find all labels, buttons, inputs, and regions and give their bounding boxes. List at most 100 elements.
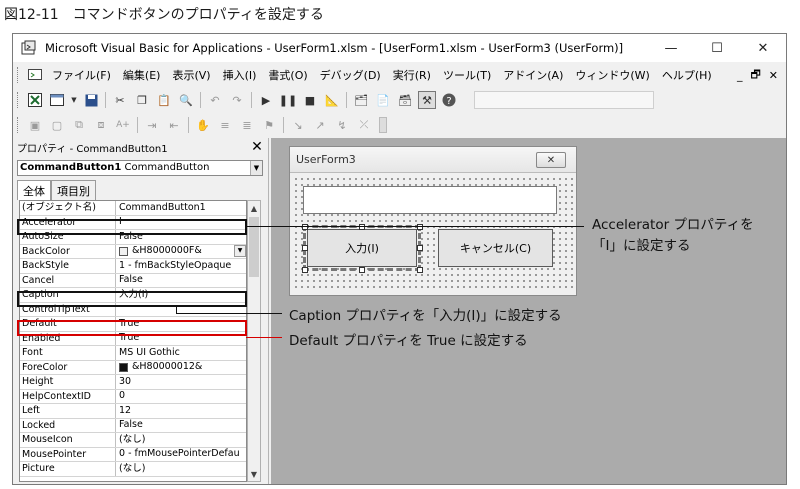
property-row[interactable]: (オブジェクト名) CommandButton1 [20, 201, 246, 216]
property-value[interactable]: I [116, 216, 246, 230]
toolbar-grip[interactable] [17, 67, 20, 83]
property-row[interactable]: BackStyle 1 - fmBackStyleOpaque [20, 259, 246, 274]
properties-window-icon[interactable]: 📄 [374, 91, 392, 109]
property-row[interactable]: MouseIcon (なし) [20, 433, 246, 448]
cut-icon[interactable]: ✂ [111, 91, 129, 109]
excel-icon[interactable] [26, 91, 44, 109]
group-icon[interactable]: ⧉ [70, 116, 88, 134]
close-button[interactable]: ✕ [740, 34, 786, 62]
child-minimize-button[interactable]: _ [737, 69, 743, 82]
toolbar-grip[interactable] [17, 117, 20, 133]
resize-handle[interactable] [359, 224, 365, 230]
indent-icon[interactable]: ⇥ [143, 116, 161, 134]
break-icon[interactable]: ❚❚ [279, 91, 297, 109]
property-row[interactable]: Locked False [20, 418, 246, 433]
resize-handle[interactable] [302, 245, 308, 251]
menu-help[interactable]: ヘルプ(H) [656, 67, 718, 83]
property-row[interactable]: BackColor &H8000000F& ▼ [20, 244, 246, 259]
help-icon[interactable]: ? [440, 91, 458, 109]
property-scrollbar[interactable]: ▲ ▼ [247, 200, 261, 482]
scroll-down-icon[interactable]: ▼ [248, 467, 260, 481]
property-value[interactable]: False [116, 230, 246, 244]
userform[interactable]: UserForm3 ✕ 入力(I) キャンセル(C) [289, 146, 577, 296]
property-value[interactable]: 入力(I) [116, 288, 246, 302]
command-button-cancel[interactable]: キャンセル(C) [438, 229, 553, 267]
prev-bookmark-icon[interactable]: ↗ [311, 116, 329, 134]
property-row[interactable]: Default True [20, 317, 246, 332]
property-row[interactable]: MousePointer 0 - fmMousePointerDefau [20, 447, 246, 462]
property-row[interactable]: Accelerator I [20, 215, 246, 230]
menu-file[interactable]: ファイル(F) [46, 67, 117, 83]
chevron-down-icon[interactable]: ▼ [250, 161, 262, 175]
tab-alphabetic[interactable]: 全体 [17, 180, 51, 200]
property-row[interactable]: Font MS UI Gothic [20, 346, 246, 361]
properties-close-button[interactable]: ✕ [248, 138, 266, 156]
object-browser-icon[interactable]: 🗃 [396, 91, 414, 109]
run-icon[interactable]: ▶ [257, 91, 275, 109]
property-value[interactable]: False [116, 274, 246, 288]
resize-handle[interactable] [302, 224, 308, 230]
bookmark-icon[interactable]: ⚑ [260, 116, 278, 134]
property-row[interactable]: HelpContextID 0 [20, 389, 246, 404]
resize-handle[interactable] [302, 267, 308, 273]
userform-close-button[interactable]: ✕ [536, 152, 566, 168]
property-value[interactable]: (なし) [116, 462, 246, 476]
menu-edit[interactable]: 編集(E) [117, 67, 167, 83]
property-row[interactable]: Caption 入力(I) [20, 288, 246, 303]
toolbar-options-icon[interactable] [653, 91, 659, 109]
property-row[interactable]: Picture (なし) [20, 462, 246, 477]
userform-canvas[interactable]: 入力(I) キャンセル(C) [293, 176, 573, 292]
resize-handle[interactable] [359, 267, 365, 273]
menu-debug[interactable]: デバッグ(D) [314, 67, 387, 83]
property-row[interactable]: ControlTipText [20, 302, 246, 317]
design-mode-icon[interactable]: 📐 [323, 91, 341, 109]
insert-userform-icon[interactable] [48, 91, 66, 109]
property-value[interactable]: True [116, 332, 246, 346]
child-close-button[interactable]: ✕ [769, 69, 778, 82]
resize-handle[interactable] [417, 267, 423, 273]
menu-addins[interactable]: アドイン(A) [497, 67, 569, 83]
property-value[interactable]: True [116, 317, 246, 331]
outdent-icon[interactable]: ⇤ [165, 116, 183, 134]
toolbar-options-icon[interactable] [379, 117, 387, 133]
menu-run[interactable]: 実行(R) [387, 67, 437, 83]
comment-block-icon[interactable]: ≡ [216, 116, 234, 134]
resize-handle[interactable] [417, 224, 423, 230]
excel-view-icon[interactable] [26, 66, 44, 84]
bring-to-front-icon[interactable]: ▣ [26, 116, 44, 134]
position-field[interactable] [474, 91, 654, 109]
property-row[interactable]: ForeColor &H80000012& [20, 360, 246, 375]
property-value[interactable]: 0 [116, 390, 246, 404]
menu-view[interactable]: 表示(V) [166, 67, 216, 83]
property-row[interactable]: Left 12 [20, 404, 246, 419]
object-selector[interactable]: CommandButton1 CommandButton ▼ [17, 160, 263, 176]
paste-icon[interactable]: 📋 [155, 91, 173, 109]
send-to-back-icon[interactable]: ▢ [48, 116, 66, 134]
chevron-down-icon[interactable]: ▼ [234, 245, 246, 258]
menu-insert[interactable]: 挿入(I) [217, 67, 263, 83]
next-bookmark-icon[interactable]: ↘ [289, 116, 307, 134]
menu-tools[interactable]: ツール(T) [437, 67, 497, 83]
property-value[interactable]: (なし) [116, 433, 246, 447]
clear-all-icon[interactable]: ⤫ [355, 116, 373, 134]
property-row[interactable]: AutoSize False [20, 230, 246, 245]
scroll-up-icon[interactable]: ▲ [248, 201, 260, 215]
save-icon[interactable] [82, 91, 100, 109]
tab-categorized[interactable]: 項目別 [51, 180, 96, 200]
menu-window[interactable]: ウィンドウ(W) [569, 67, 655, 83]
menu-format[interactable]: 書式(O) [262, 67, 313, 83]
textbox[interactable] [303, 186, 557, 214]
redo-icon[interactable]: ↷ [228, 91, 246, 109]
property-value[interactable]: 30 [116, 375, 246, 389]
uncomment-block-icon[interactable]: ≣ [238, 116, 256, 134]
property-value[interactable]: CommandButton1 [116, 201, 246, 215]
property-value[interactable]: 0 - fmMousePointerDefau [116, 448, 246, 462]
command-button-input[interactable]: 入力(I) [303, 225, 421, 271]
reset-icon[interactable]: ■ [301, 91, 319, 109]
minimize-button[interactable]: — [648, 34, 694, 62]
property-value[interactable]: 1 - fmBackStyleOpaque [116, 259, 246, 273]
toolbox-icon[interactable]: ⚒ [418, 91, 436, 109]
property-row[interactable]: Height 30 [20, 375, 246, 390]
undo-icon[interactable]: ↶ [206, 91, 224, 109]
find-icon[interactable]: 🔍 [177, 91, 195, 109]
